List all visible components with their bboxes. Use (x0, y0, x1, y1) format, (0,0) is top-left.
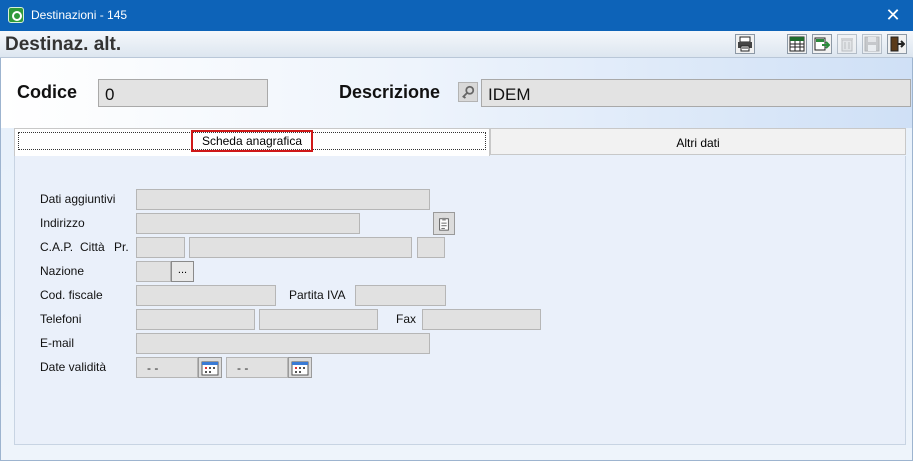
date-validita-label: Date validità (40, 360, 107, 374)
telefono-2-field[interactable] (259, 309, 378, 330)
codice-fiscale-label: Cod. fiscale (40, 288, 103, 302)
dati-aggiuntivi-field[interactable] (136, 189, 430, 210)
codice-label: Codice (17, 82, 78, 102)
telefono-1-field[interactable] (136, 309, 255, 330)
form-toolbar: Destinaz. alt. (0, 31, 913, 58)
delete-icon[interactable] (837, 34, 857, 54)
print-icon[interactable] (735, 34, 755, 54)
tab-label: Altri dati (676, 136, 720, 150)
tab-strip: Scheda anagrafica Altri dati (14, 128, 906, 156)
email-field[interactable] (136, 333, 430, 354)
citta-field[interactable] (189, 237, 412, 258)
provincia-label: Pr. (114, 240, 129, 254)
descrizione-field[interactable]: IDEM (481, 79, 911, 107)
app-logo-icon (8, 7, 24, 23)
calendar-to-icon[interactable] (288, 357, 312, 378)
provincia-field[interactable] (417, 237, 445, 258)
nazione-label: Nazione (40, 264, 85, 278)
close-icon[interactable]: ✕ (873, 0, 913, 31)
tab-scheda-anagrafica[interactable]: Scheda anagrafica (14, 128, 490, 156)
calendar-from-icon[interactable] (198, 357, 222, 378)
window-titlebar: Destinazioni - 145 ✕ (0, 0, 913, 31)
codice-field[interactable]: 0 (98, 79, 268, 107)
exit-icon[interactable] (887, 34, 907, 54)
partita-iva-label: Partita IVA (289, 288, 346, 302)
fax-field[interactable] (422, 309, 541, 330)
clipboard-icon[interactable] (433, 212, 455, 235)
email-label: E-mail (40, 336, 75, 350)
tab-label-highlight: Scheda anagrafica (191, 130, 313, 152)
telefoni-label: Telefoni (40, 312, 82, 326)
spreadsheet-icon[interactable] (787, 34, 807, 54)
cap-label: C.A.P. (40, 240, 74, 254)
date-from-field[interactable]: - - (136, 357, 198, 378)
form-title: Destinaz. alt. (5, 34, 122, 55)
cap-field[interactable] (136, 237, 185, 258)
tab-altri-dati[interactable]: Altri dati (490, 128, 906, 155)
nazione-field[interactable] (136, 261, 171, 282)
citta-label: Città (80, 240, 105, 254)
indirizzo-label: Indirizzo (40, 216, 85, 230)
codice-fiscale-field[interactable] (136, 285, 276, 306)
dati-aggiuntivi-label: Dati aggiuntivi (40, 192, 116, 206)
date-to-field[interactable]: - - (226, 357, 288, 378)
descrizione-label: Descrizione (339, 82, 441, 102)
window-title: Destinazioni - 145 (31, 8, 128, 22)
export-icon[interactable] (812, 34, 832, 54)
fax-label: Fax (396, 312, 417, 326)
nazione-lookup-button[interactable]: ... (171, 261, 194, 282)
indirizzo-field[interactable] (136, 213, 360, 234)
partita-iva-field[interactable] (355, 285, 446, 306)
key-icon[interactable] (458, 82, 478, 102)
save-icon[interactable] (862, 34, 882, 54)
tab-label: Scheda anagrafica (201, 134, 303, 148)
